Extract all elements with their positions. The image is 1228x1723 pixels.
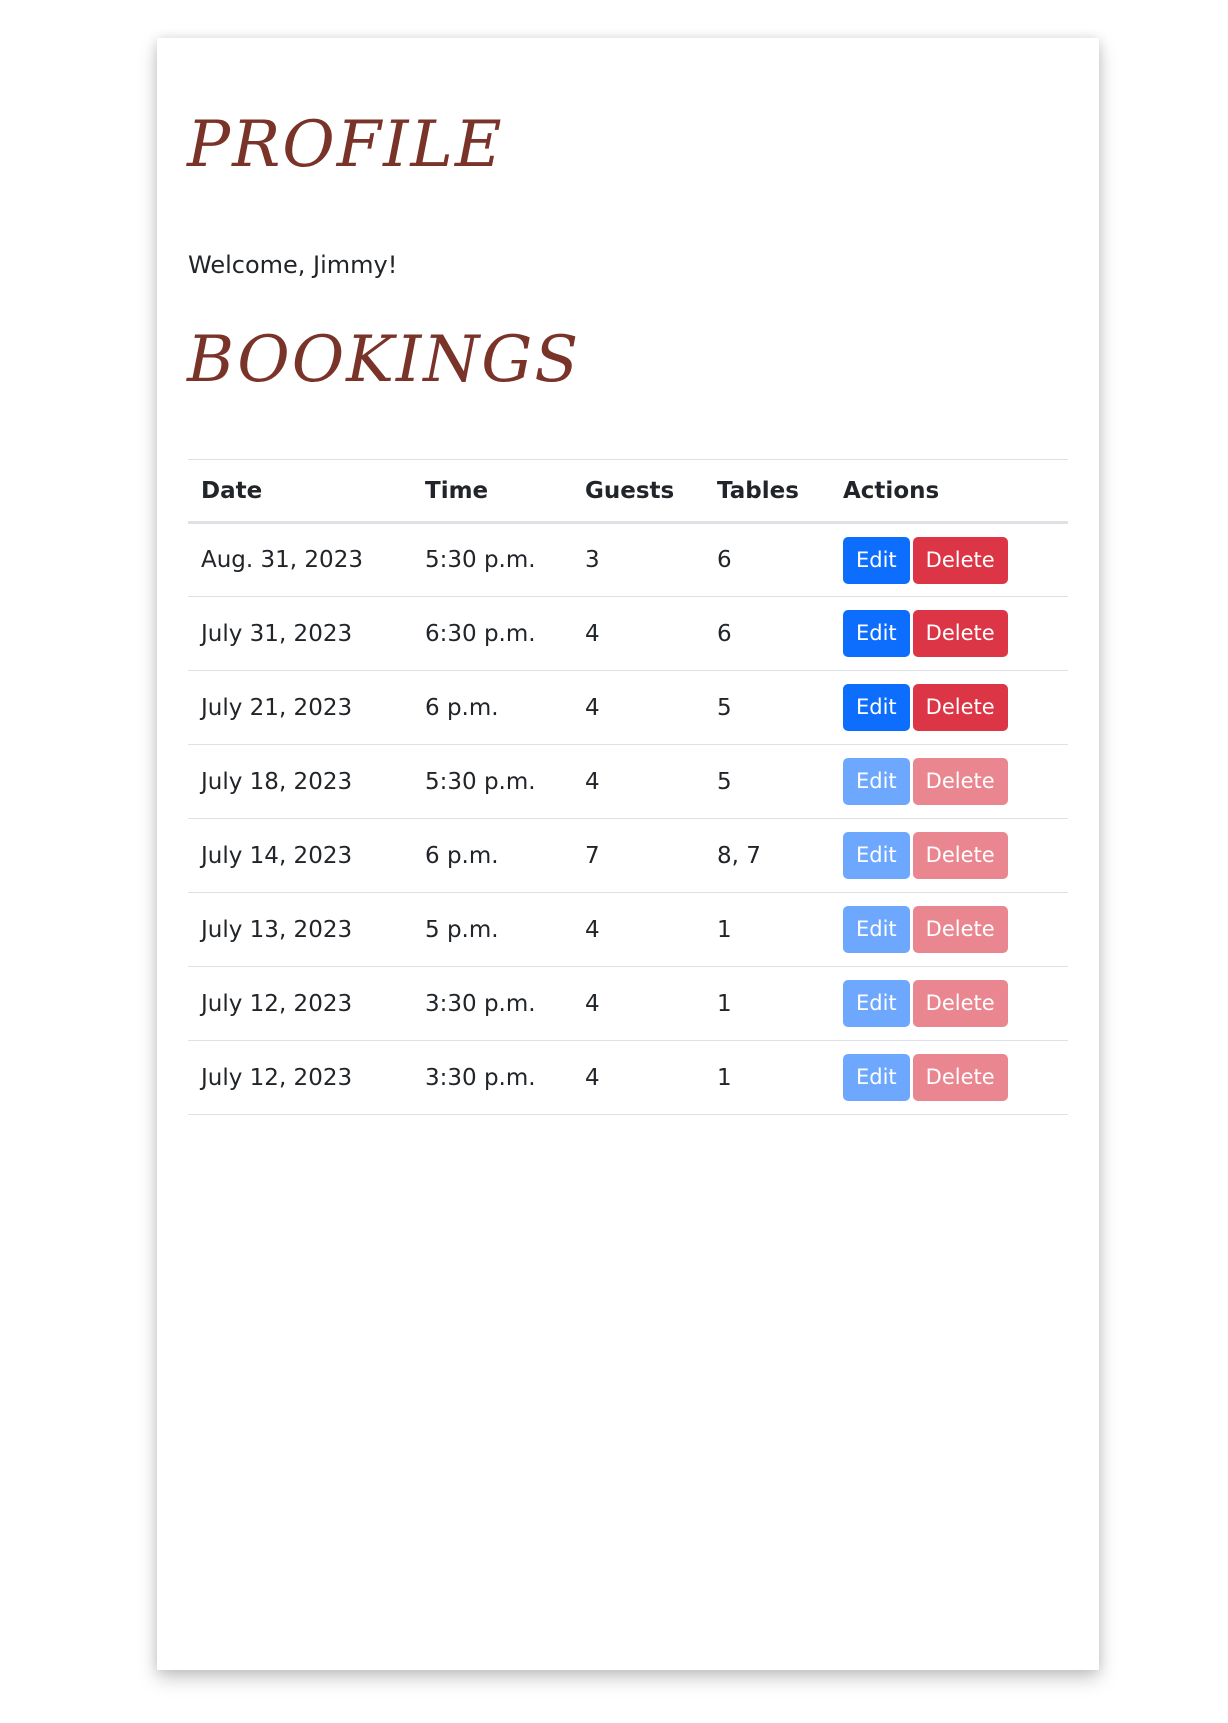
booking-guests: 4: [585, 620, 600, 647]
delete-button[interactable]: Delete: [912, 684, 1008, 731]
booking-date: July 18, 2023: [201, 768, 353, 795]
bookings-heading: BOOKINGS: [187, 323, 581, 397]
profile-card: PROFILE Welcome, Jimmy! BOOKINGS Date Ti…: [157, 38, 1099, 1670]
edit-button[interactable]: Edit: [843, 610, 910, 657]
delete-button[interactable]: Delete: [912, 1054, 1008, 1101]
column-header-time: Time: [425, 477, 489, 504]
booking-guests: 4: [585, 990, 600, 1017]
edit-button[interactable]: Edit: [843, 684, 910, 731]
booking-date: July 21, 2023: [201, 694, 353, 721]
bookings-table: Date Time Guests Tables Actions Aug. 31,…: [188, 459, 1068, 1115]
table-row: July 21, 2023 6 p.m. 4 5 Edit Delete: [188, 671, 1068, 745]
edit-button[interactable]: Edit: [843, 536, 910, 584]
booking-time: 5 p.m.: [425, 916, 499, 943]
edit-button[interactable]: Edit: [843, 758, 910, 805]
column-header-guests: Guests: [585, 477, 675, 504]
booking-guests: 4: [585, 768, 600, 795]
booking-date: July 12, 2023: [201, 990, 353, 1017]
table-row: July 12, 2023 3:30 p.m. 4 1 Edit Delete: [188, 1041, 1068, 1115]
booking-tables: 6: [717, 620, 732, 647]
booking-time: 5:30 p.m.: [425, 547, 536, 573]
table-row: July 31, 2023 6:30 p.m. 4 6 Edit Delete: [188, 597, 1068, 671]
edit-button[interactable]: Edit: [843, 906, 910, 953]
booking-tables: 6: [717, 547, 732, 573]
booking-date: Aug. 31, 2023: [201, 547, 363, 573]
booking-date: July 12, 2023: [201, 1064, 353, 1091]
booking-guests: 4: [585, 694, 600, 721]
column-header-tables: Tables: [717, 477, 799, 504]
booking-actions: Edit Delete: [830, 967, 1068, 1041]
delete-button[interactable]: Delete: [912, 536, 1008, 584]
booking-date: July 13, 2023: [201, 916, 353, 943]
delete-button[interactable]: Delete: [912, 832, 1008, 879]
booking-actions: Edit Delete: [830, 1041, 1068, 1115]
booking-tables: 1: [717, 990, 732, 1017]
column-header-actions: Actions: [843, 477, 940, 504]
table-row: July 12, 2023 3:30 p.m. 4 1 Edit Delete: [188, 967, 1068, 1041]
delete-button[interactable]: Delete: [912, 980, 1008, 1027]
booking-guests: 4: [585, 1064, 600, 1091]
booking-actions: Edit Delete: [830, 597, 1068, 671]
booking-time: 3:30 p.m.: [425, 1064, 536, 1091]
booking-actions: Edit Delete: [830, 819, 1068, 893]
delete-button[interactable]: Delete: [912, 758, 1008, 805]
edit-button[interactable]: Edit: [843, 980, 910, 1027]
delete-button[interactable]: Delete: [912, 906, 1008, 953]
booking-time: 6:30 p.m.: [425, 620, 536, 647]
booking-time: 6 p.m.: [425, 694, 499, 721]
booking-guests: 4: [585, 916, 600, 943]
booking-guests: 3: [585, 547, 600, 573]
booking-tables: 8, 7: [717, 842, 761, 869]
profile-heading: PROFILE: [187, 108, 504, 182]
booking-date: July 14, 2023: [201, 842, 353, 869]
booking-actions: Edit Delete: [830, 523, 1068, 597]
welcome-message: Welcome, Jimmy!: [188, 251, 398, 279]
edit-button[interactable]: Edit: [843, 1054, 910, 1101]
column-header-date: Date: [201, 477, 263, 504]
booking-time: 5:30 p.m.: [425, 768, 536, 795]
edit-button[interactable]: Edit: [843, 832, 910, 879]
booking-time: 6 p.m.: [425, 842, 499, 869]
delete-button[interactable]: Delete: [912, 610, 1008, 657]
booking-time: 3:30 p.m.: [425, 990, 536, 1017]
table-row: July 14, 2023 6 p.m. 7 8, 7 Edit Delete: [188, 819, 1068, 893]
table-row: July 13, 2023 5 p.m. 4 1 Edit Delete: [188, 893, 1068, 967]
booking-date: July 31, 2023: [201, 620, 353, 647]
booking-actions: Edit Delete: [830, 893, 1068, 967]
bookings-table-body: Aug. 31, 2023 5:30 p.m. 3 6 Edit Delete July 3…: [188, 523, 1068, 1115]
booking-actions: Edit Delete: [830, 745, 1068, 819]
booking-tables: 5: [717, 768, 732, 795]
booking-guests: 7: [585, 842, 600, 869]
table-row: Aug. 31, 2023 5:30 p.m. 3 6 Edit Delete: [188, 523, 1068, 597]
booking-actions: Edit Delete: [830, 671, 1068, 745]
table-header-row: Date Time Guests Tables Actions: [188, 459, 1068, 523]
booking-tables: 1: [717, 916, 732, 943]
booking-tables: 5: [717, 694, 732, 721]
table-row: July 18, 2023 5:30 p.m. 4 5 Edit Delete: [188, 745, 1068, 819]
booking-tables: 1: [717, 1064, 732, 1091]
